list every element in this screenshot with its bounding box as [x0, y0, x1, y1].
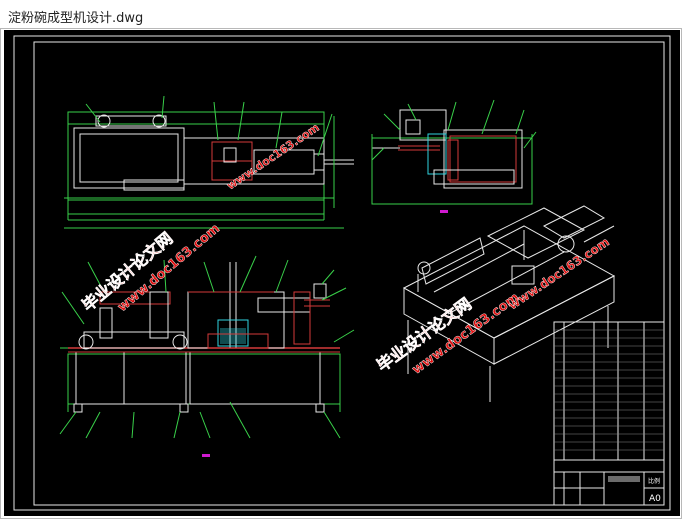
window-titlebar: 淀粉碗成型机设计.dwg [0, 0, 682, 30]
side-view-drawing [371, 99, 537, 213]
top-view-drawing [64, 95, 354, 229]
cad-drawing-canvas[interactable]: 比例 A0 毕业设计论文网 www.doc163.com 毕业设计论文网 www… [4, 30, 680, 516]
title-block-scale-label: 比例 [648, 477, 660, 485]
window-title: 淀粉碗成型机设计.dwg [8, 11, 144, 26]
title-block-sheet-size: A0 [649, 494, 661, 504]
watermark-isometric-url: www.doc163.com [506, 234, 612, 313]
watermark-bottom-right: 毕业设计论文网 www.doc163.com [373, 290, 522, 378]
watermark-url-text: www.doc163.com [506, 235, 612, 313]
